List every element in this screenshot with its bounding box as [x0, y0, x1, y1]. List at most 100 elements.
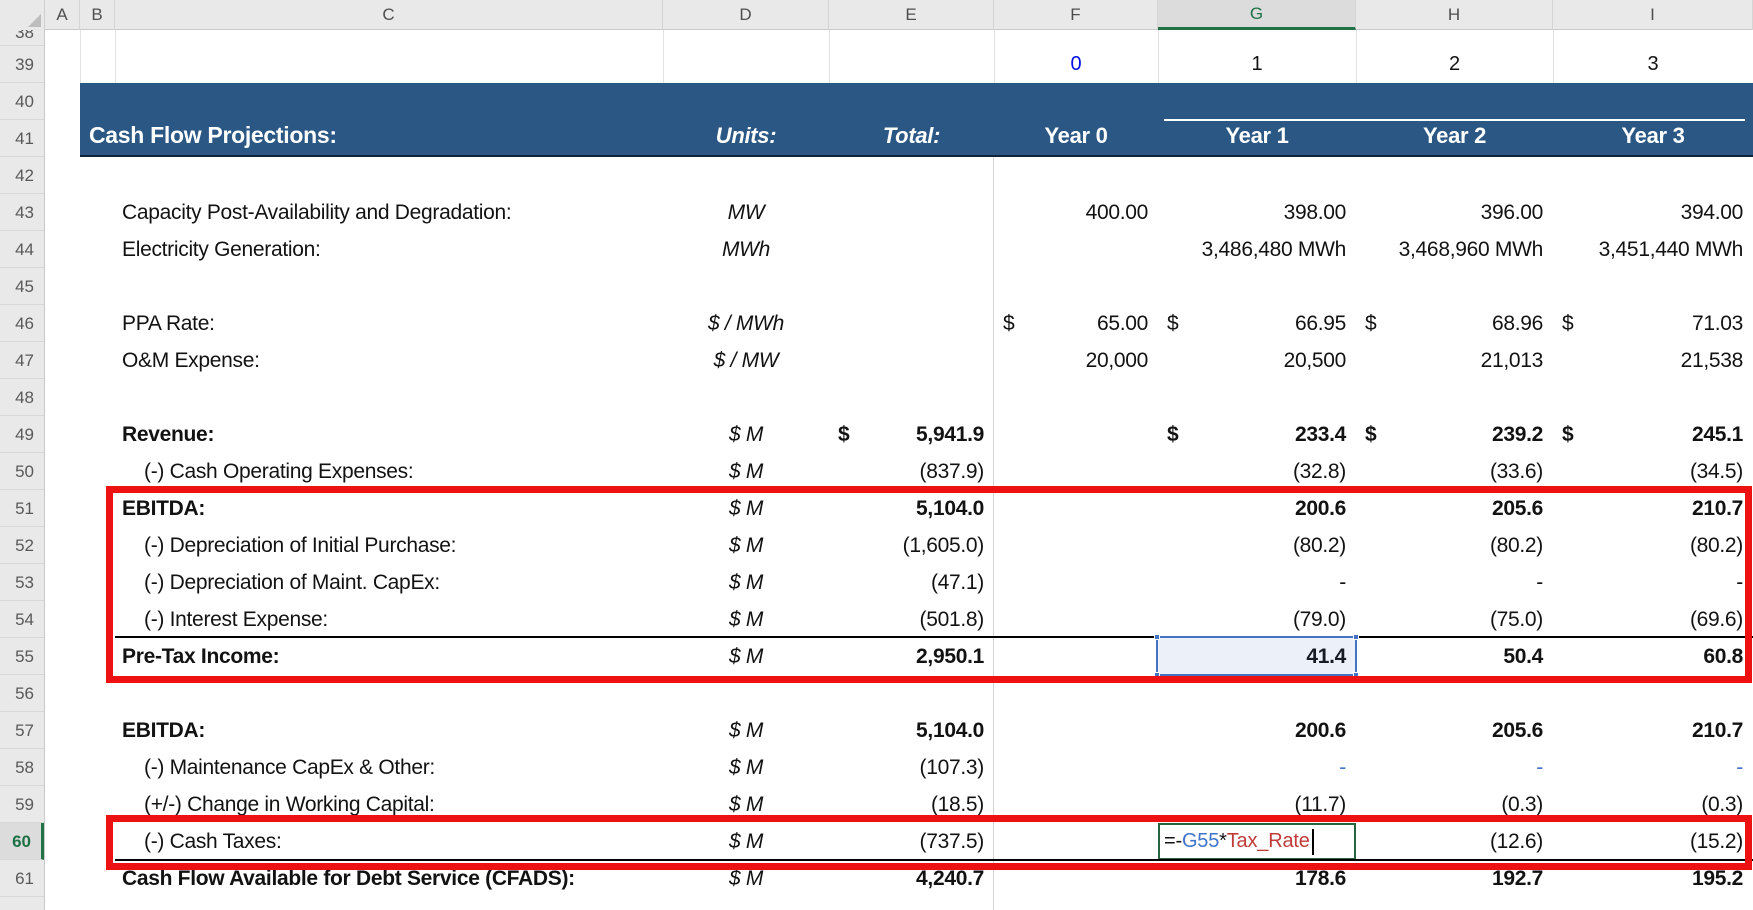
cell-A54[interactable] [45, 601, 80, 638]
cell-G43[interactable]: 398.00 [1158, 194, 1356, 231]
cell-E48[interactable] [829, 379, 994, 416]
cell-F58[interactable] [994, 749, 1158, 786]
cell-A61[interactable] [45, 860, 80, 897]
cell-G50[interactable]: (32.8) [1158, 453, 1356, 490]
row-header-54[interactable]: 54 [0, 601, 44, 638]
cell-G45[interactable] [1158, 268, 1356, 305]
cell-D47-unit[interactable]: $ / MW [663, 342, 829, 379]
row-header-40[interactable]: 40 [0, 83, 44, 120]
row-header-39[interactable]: 39 [0, 46, 44, 83]
cell-B42[interactable] [80, 157, 115, 194]
column-header-D[interactable]: D [663, 0, 829, 30]
cell-G46[interactable]: $66.95 [1158, 305, 1356, 342]
row-header-56[interactable]: 56 [0, 675, 44, 712]
cell-A47[interactable] [45, 342, 80, 379]
row-header-52[interactable]: 52 [0, 527, 44, 564]
cell-D49-unit[interactable]: $ M [663, 416, 829, 453]
cell-B47[interactable] [80, 342, 115, 379]
cell-B57[interactable] [80, 712, 115, 749]
cell-C50-label[interactable]: (-) Cash Operating Expenses: [115, 453, 663, 490]
row-header-60[interactable]: 60 [0, 823, 44, 860]
cell-H58[interactable]: - [1356, 749, 1553, 786]
row-header-57[interactable]: 57 [0, 712, 44, 749]
cell-B50[interactable] [80, 453, 115, 490]
cell-H45[interactable] [1356, 268, 1553, 305]
cell-F44[interactable] [994, 231, 1158, 268]
cell-A42[interactable] [45, 157, 80, 194]
cell-F42[interactable] [994, 157, 1158, 194]
cell-G49[interactable]: $233.4 [1158, 416, 1356, 453]
cell-I43[interactable]: 394.00 [1553, 194, 1753, 231]
cell-G48[interactable] [1158, 379, 1356, 416]
row-header-49[interactable]: 49 [0, 416, 44, 453]
table-header-band[interactable]: Cash Flow Projections: Units: Total: Yea… [80, 83, 1753, 157]
cell-C48-label[interactable] [115, 379, 663, 416]
cell-E50[interactable]: (837.9) [829, 453, 994, 490]
cell-A43[interactable] [45, 194, 80, 231]
cell-H39[interactable]: 2 [1356, 46, 1553, 83]
cell-E44[interactable] [829, 231, 994, 268]
cell-A49[interactable] [45, 416, 80, 453]
cell-E57[interactable]: 5,104.0 [829, 712, 994, 749]
cell-F49[interactable] [994, 416, 1158, 453]
cell-A58[interactable] [45, 749, 80, 786]
cell-F43[interactable]: 400.00 [994, 194, 1158, 231]
row-header-47[interactable]: 47 [0, 342, 44, 379]
cell-G57[interactable]: 200.6 [1158, 712, 1356, 749]
cell-A56[interactable] [45, 675, 80, 712]
cell-H57[interactable]: 205.6 [1356, 712, 1553, 749]
cell-C47-label[interactable]: O&M Expense: [115, 342, 663, 379]
cell-D57-unit[interactable]: $ M [663, 712, 829, 749]
row-header-42[interactable]: 42 [0, 157, 44, 194]
row-header-58[interactable]: 58 [0, 749, 44, 786]
cell-C46-label[interactable]: PPA Rate: [115, 305, 663, 342]
cell-H44[interactable]: 3,468,960 MWh [1356, 231, 1553, 268]
cell-I46[interactable]: $71.03 [1553, 305, 1753, 342]
cell-B58[interactable] [80, 749, 115, 786]
cell-G42[interactable] [1158, 157, 1356, 194]
cell-D45-unit[interactable] [663, 268, 829, 305]
row-header-59[interactable]: 59 [0, 786, 44, 823]
cell-D42-unit[interactable] [663, 157, 829, 194]
cell-C49-label[interactable]: Revenue: [115, 416, 663, 453]
row-header-61[interactable]: 61 [0, 860, 44, 897]
cell-I39[interactable]: 3 [1553, 46, 1753, 83]
cell-G47[interactable]: 20,500 [1158, 342, 1356, 379]
cell-C58-label[interactable]: (-) Maintenance CapEx & Other: [115, 749, 663, 786]
cell-A48[interactable] [45, 379, 80, 416]
cell-A46[interactable] [45, 305, 80, 342]
column-header-A[interactable]: A [45, 0, 80, 30]
cell-I50[interactable]: (34.5) [1553, 453, 1753, 490]
cell-G44[interactable]: 3,486,480 MWh [1158, 231, 1356, 268]
cell-A55[interactable] [45, 638, 80, 675]
row-header-38[interactable]: 38 [0, 30, 44, 46]
cell-C42-label[interactable] [115, 157, 663, 194]
cell-H49[interactable]: $239.2 [1356, 416, 1553, 453]
row-header-50[interactable]: 50 [0, 453, 44, 490]
row-header-43[interactable]: 43 [0, 194, 44, 231]
cell-H47[interactable]: 21,013 [1356, 342, 1553, 379]
cell-F57[interactable] [994, 712, 1158, 749]
cell-G39[interactable]: 1 [1158, 46, 1356, 83]
row-header-48[interactable]: 48 [0, 379, 44, 416]
cell-B45[interactable] [80, 268, 115, 305]
cell-H42[interactable] [1356, 157, 1553, 194]
cell-A60[interactable] [45, 823, 80, 860]
row-header-53[interactable]: 53 [0, 564, 44, 601]
cell-F46[interactable]: $65.00 [994, 305, 1158, 342]
cell-D43-unit[interactable]: MW [663, 194, 829, 231]
row-header-41[interactable]: 41 [0, 120, 44, 157]
cell-I48[interactable] [1553, 379, 1753, 416]
cell-B49[interactable] [80, 416, 115, 453]
cell-F48[interactable] [994, 379, 1158, 416]
cell-A52[interactable] [45, 527, 80, 564]
cell-E49[interactable]: $5,941.9 [829, 416, 994, 453]
cell-E45[interactable] [829, 268, 994, 305]
cell-A45[interactable] [45, 268, 80, 305]
cell-F45[interactable] [994, 268, 1158, 305]
cell-H48[interactable] [1356, 379, 1553, 416]
cell-C44-label[interactable]: Electricity Generation: [115, 231, 663, 268]
cell-I57[interactable]: 210.7 [1553, 712, 1753, 749]
column-header-E[interactable]: E [829, 0, 994, 30]
cell-C43-label[interactable]: Capacity Post-Availability and Degradati… [115, 194, 663, 231]
